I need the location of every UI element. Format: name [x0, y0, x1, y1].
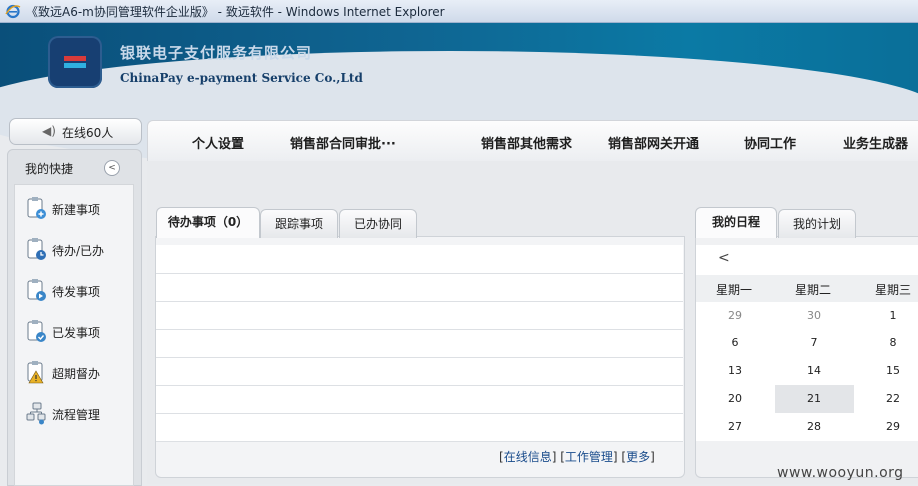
calendar-day[interactable]: 6 — [720, 336, 750, 349]
window-titlebar: 《致远A6-m协同管理软件企业版》 - 致远软件 - Windows Inter… — [0, 0, 918, 23]
calendar-day[interactable]: 20 — [720, 392, 750, 405]
quick-item-label: 已发事项 — [52, 326, 101, 340]
quick-item-label: 新建事项 — [52, 203, 101, 217]
quick-item-todo[interactable]: 待办/已办 — [24, 237, 134, 263]
nav-item-business-generator[interactable]: 业务生成器 — [843, 133, 908, 152]
tab-my-schedule[interactable]: 我的日程 — [695, 207, 777, 238]
quick-item-label: 超期督办 — [52, 367, 101, 381]
todo-footer-links: [在线信息] [工作管理] [更多] — [499, 450, 655, 464]
quick-item-overdue[interactable]: 超期督办 — [24, 360, 134, 386]
table-row — [156, 441, 683, 442]
collapse-chevron-icon[interactable]: < — [104, 160, 120, 176]
calendar-day[interactable]: 28 — [799, 420, 829, 433]
check-icon — [27, 320, 46, 342]
company-logo — [48, 36, 102, 88]
tab-todo[interactable]: 待办事项（0） — [156, 207, 260, 238]
nav-item-other-requests[interactable]: 销售部其他需求 — [481, 133, 572, 152]
quick-item-to-send[interactable]: 待发事项 — [24, 278, 134, 304]
calendar-day[interactable]: 30 — [799, 309, 829, 322]
table-row — [156, 273, 683, 274]
weekday-label: 星期一 — [716, 283, 753, 297]
calendar-day[interactable]: 29 — [720, 309, 750, 322]
calendar-day-highlighted[interactable]: 21 — [799, 392, 829, 405]
quick-item-sent[interactable]: 已发事项 — [24, 319, 134, 345]
calendar-day[interactable]: 8 — [878, 336, 908, 349]
quick-item-label: 待发事项 — [52, 285, 101, 299]
warning-icon — [27, 361, 44, 384]
nav-item-collaboration[interactable]: 协同工作 — [744, 133, 796, 152]
tab-done[interactable]: 已办协同 — [339, 209, 417, 238]
table-row — [156, 329, 683, 330]
table-row — [156, 413, 683, 414]
calendar-day[interactable]: 14 — [799, 364, 829, 377]
clock-icon — [27, 238, 46, 260]
calendar-day[interactable]: 13 — [720, 364, 750, 377]
calendar-prev-button[interactable]: < — [718, 250, 730, 266]
company-name-en: ChinaPay e-payment Service Co.,Ltd — [120, 71, 363, 85]
new-item-icon — [27, 197, 46, 219]
watermark-text: www.wooyun.org — [777, 465, 904, 481]
online-info-link[interactable]: 在线信息 — [504, 450, 552, 464]
online-users-label: 在线60人 — [62, 126, 114, 140]
table-row — [156, 301, 683, 302]
table-row — [156, 357, 683, 358]
quick-item-label: 流程管理 — [52, 408, 101, 422]
send-pending-icon — [27, 279, 46, 301]
nav-item-gateway[interactable]: 销售部网关开通 — [608, 133, 699, 152]
calendar-day[interactable]: 29 — [878, 420, 908, 433]
calendar-day[interactable]: 1 — [878, 309, 908, 322]
work-manage-link[interactable]: 工作管理 — [565, 450, 613, 464]
calendar-day[interactable]: 27 — [720, 420, 750, 433]
quick-item-new[interactable]: 新建事项 — [24, 196, 134, 222]
flow-icon — [26, 402, 46, 425]
calendar-day[interactable]: 22 — [878, 392, 908, 405]
quick-item-label: 待办/已办 — [52, 244, 105, 258]
tab-tracking[interactable]: 跟踪事项 — [260, 209, 338, 238]
ie-browser-icon — [5, 4, 21, 19]
quick-links-title: 我的快捷 — [25, 162, 74, 176]
window-title: 《致远A6-m协同管理软件企业版》 - 致远软件 - Windows Inter… — [26, 5, 445, 19]
weekday-label: 星期三 — [875, 283, 912, 297]
calendar-day[interactable]: 7 — [799, 336, 829, 349]
more-link[interactable]: 更多 — [626, 450, 650, 464]
table-row — [156, 385, 683, 386]
tab-my-plan[interactable]: 我的计划 — [778, 209, 856, 238]
weekday-label: 星期二 — [795, 283, 832, 297]
todo-list — [156, 245, 683, 441]
calendar-day[interactable]: 15 — [878, 364, 908, 377]
nav-item-contract-approval[interactable]: 销售部合同审批··· — [290, 133, 396, 152]
online-users-button[interactable]: ◀) 在线60人 — [9, 118, 142, 145]
quick-item-flow[interactable]: 流程管理 — [24, 401, 134, 427]
nav-item-personal-settings[interactable]: 个人设置 — [192, 133, 244, 152]
speaker-icon: ◀) — [42, 124, 56, 138]
company-name-cn: 银联电子支付服务有限公司 — [120, 44, 313, 62]
